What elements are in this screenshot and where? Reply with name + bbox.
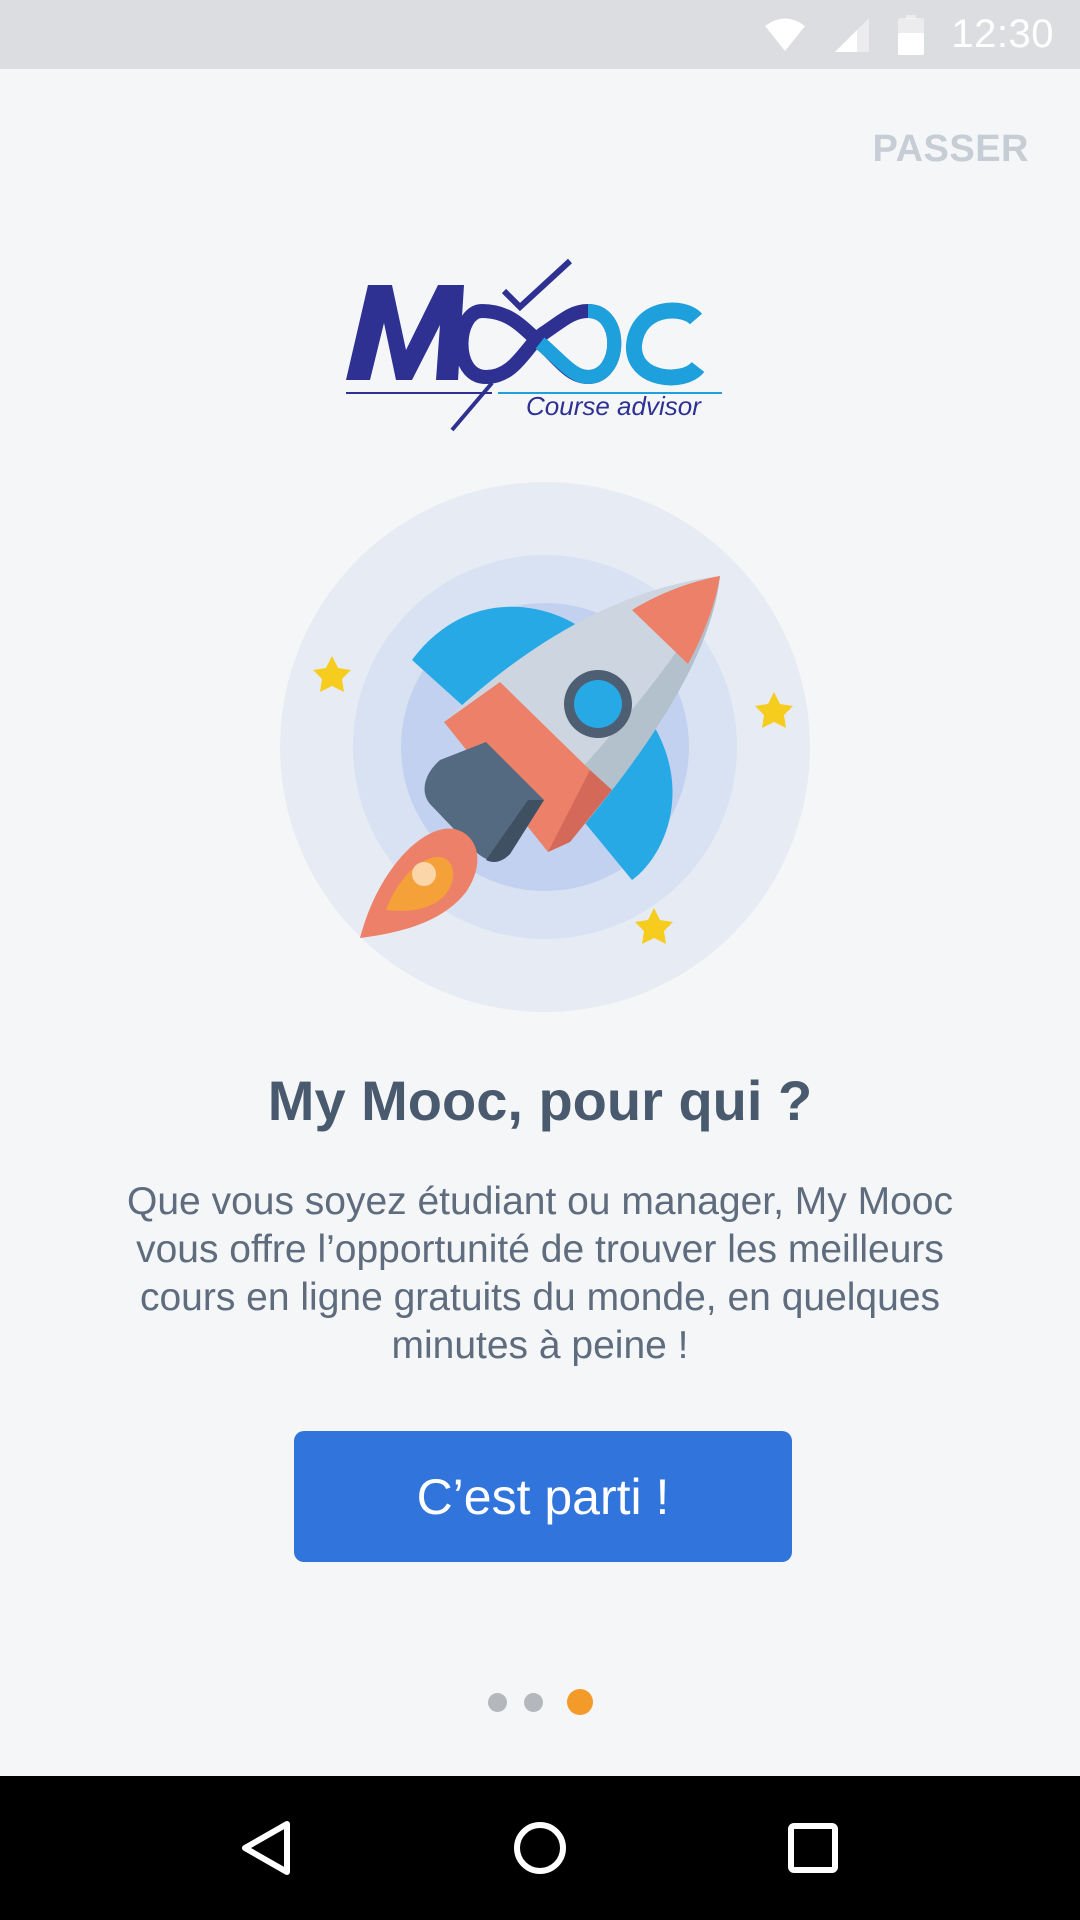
battery-icon — [897, 14, 925, 55]
pagination-dot[interactable] — [523, 1692, 543, 1712]
cell-signal-icon — [833, 16, 871, 54]
rocket-illustration — [280, 482, 810, 1012]
navigation-bar — [0, 1776, 1080, 1920]
wifi-icon — [763, 17, 807, 53]
pagination-dot-active[interactable] — [566, 1689, 593, 1715]
mymooc-logo: Course advisor — [340, 255, 750, 435]
recents-icon[interactable] — [773, 1808, 853, 1888]
rocket-icon — [280, 482, 810, 1012]
pagination-dots — [0, 1689, 1080, 1715]
page-title: My Mooc, pour qui ? — [267, 1069, 813, 1132]
back-icon[interactable] — [227, 1808, 307, 1888]
logo-tagline: Course advisor — [526, 391, 701, 421]
status-bar: 12:30 — [0, 0, 1080, 69]
skip-button[interactable]: PASSER — [873, 128, 1029, 171]
start-button[interactable]: C’est parti ! — [294, 1431, 792, 1562]
page-description: Que vous soyez étudiant ou manager, My M… — [127, 1180, 953, 1367]
pagination-dot[interactable] — [487, 1692, 507, 1712]
home-icon[interactable] — [500, 1808, 580, 1888]
status-time: 12:30 — [951, 12, 1054, 56]
